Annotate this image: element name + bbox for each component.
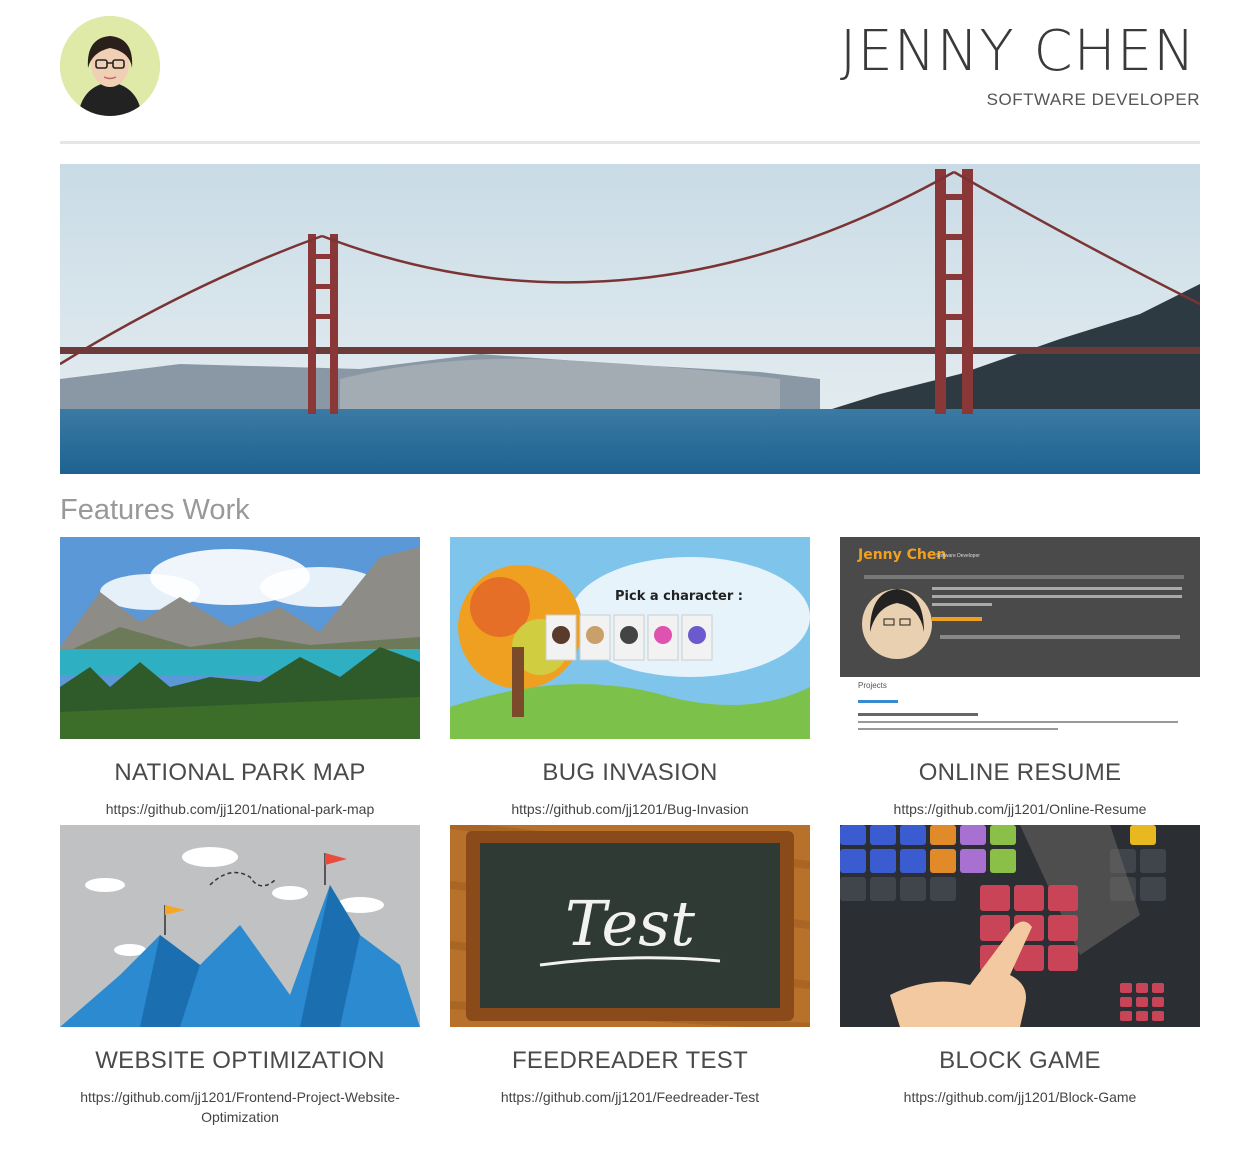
resume-name: Jenny Chen: [857, 547, 946, 563]
project-thumbnail[interactable]: Pick a character :: [450, 537, 810, 739]
project-title: NATIONAL PARK MAP: [114, 759, 366, 786]
project-card: Test FEEDREADER TEST https://github.com/…: [450, 825, 810, 1107]
project-link[interactable]: https://github.com/jj1201/national-park-…: [60, 799, 420, 819]
project-card: NATIONAL PARK MAP https://github.com/jj1…: [60, 537, 420, 819]
project-title: ONLINE RESUME: [918, 759, 1122, 786]
project-thumbnail[interactable]: Jenny Chen Software Developer Projects: [840, 537, 1200, 739]
project-link[interactable]: https://github.com/jj1201/Block-Game: [840, 1087, 1200, 1107]
project-title: FEEDREADER TEST: [511, 1047, 749, 1074]
hero-banner-image: [60, 164, 1200, 474]
avatar: [60, 16, 160, 116]
project-thumbnail[interactable]: [840, 825, 1200, 1027]
project-link[interactable]: https://github.com/jj1201/Feedreader-Tes…: [450, 1087, 810, 1107]
bug-invasion-prompt: Pick a character :: [615, 589, 743, 604]
section-title: Features Work: [60, 494, 250, 526]
project-card: Jenny Chen Software Developer Projects O…: [840, 537, 1200, 819]
project-title: BLOCK GAME: [939, 1047, 1101, 1074]
project-link[interactable]: https://github.com/jj1201/Online-Resume: [840, 799, 1200, 819]
project-thumbnail[interactable]: [60, 537, 420, 739]
project-title: BUG INVASION: [542, 759, 718, 786]
site-header: JENNY CHEN SOFTWARE DEVELOPER: [60, 16, 1200, 144]
project-link[interactable]: https://github.com/jj1201/Bug-Invasion: [450, 799, 810, 819]
project-link[interactable]: https://github.com/jj1201/Frontend-Proje…: [60, 1087, 420, 1127]
chalkboard-text: Test: [565, 887, 695, 960]
project-thumbnail[interactable]: Test: [450, 825, 810, 1027]
project-card: Pick a character : BUG INVASION https://…: [450, 537, 810, 819]
project-card: WEBSITE OPTIMIZATION https://github.com/…: [60, 825, 420, 1127]
project-card: BLOCK GAME https://github.com/jj1201/Blo…: [840, 825, 1200, 1107]
project-title: WEBSITE OPTIMIZATION: [95, 1047, 385, 1074]
resume-projects-heading: Projects: [858, 681, 887, 690]
page-title: JENNY CHEN: [839, 19, 1196, 84]
resume-role: Software Developer: [936, 553, 980, 559]
project-thumbnail[interactable]: [60, 825, 420, 1027]
subtitle: SOFTWARE DEVELOPER: [986, 90, 1200, 109]
